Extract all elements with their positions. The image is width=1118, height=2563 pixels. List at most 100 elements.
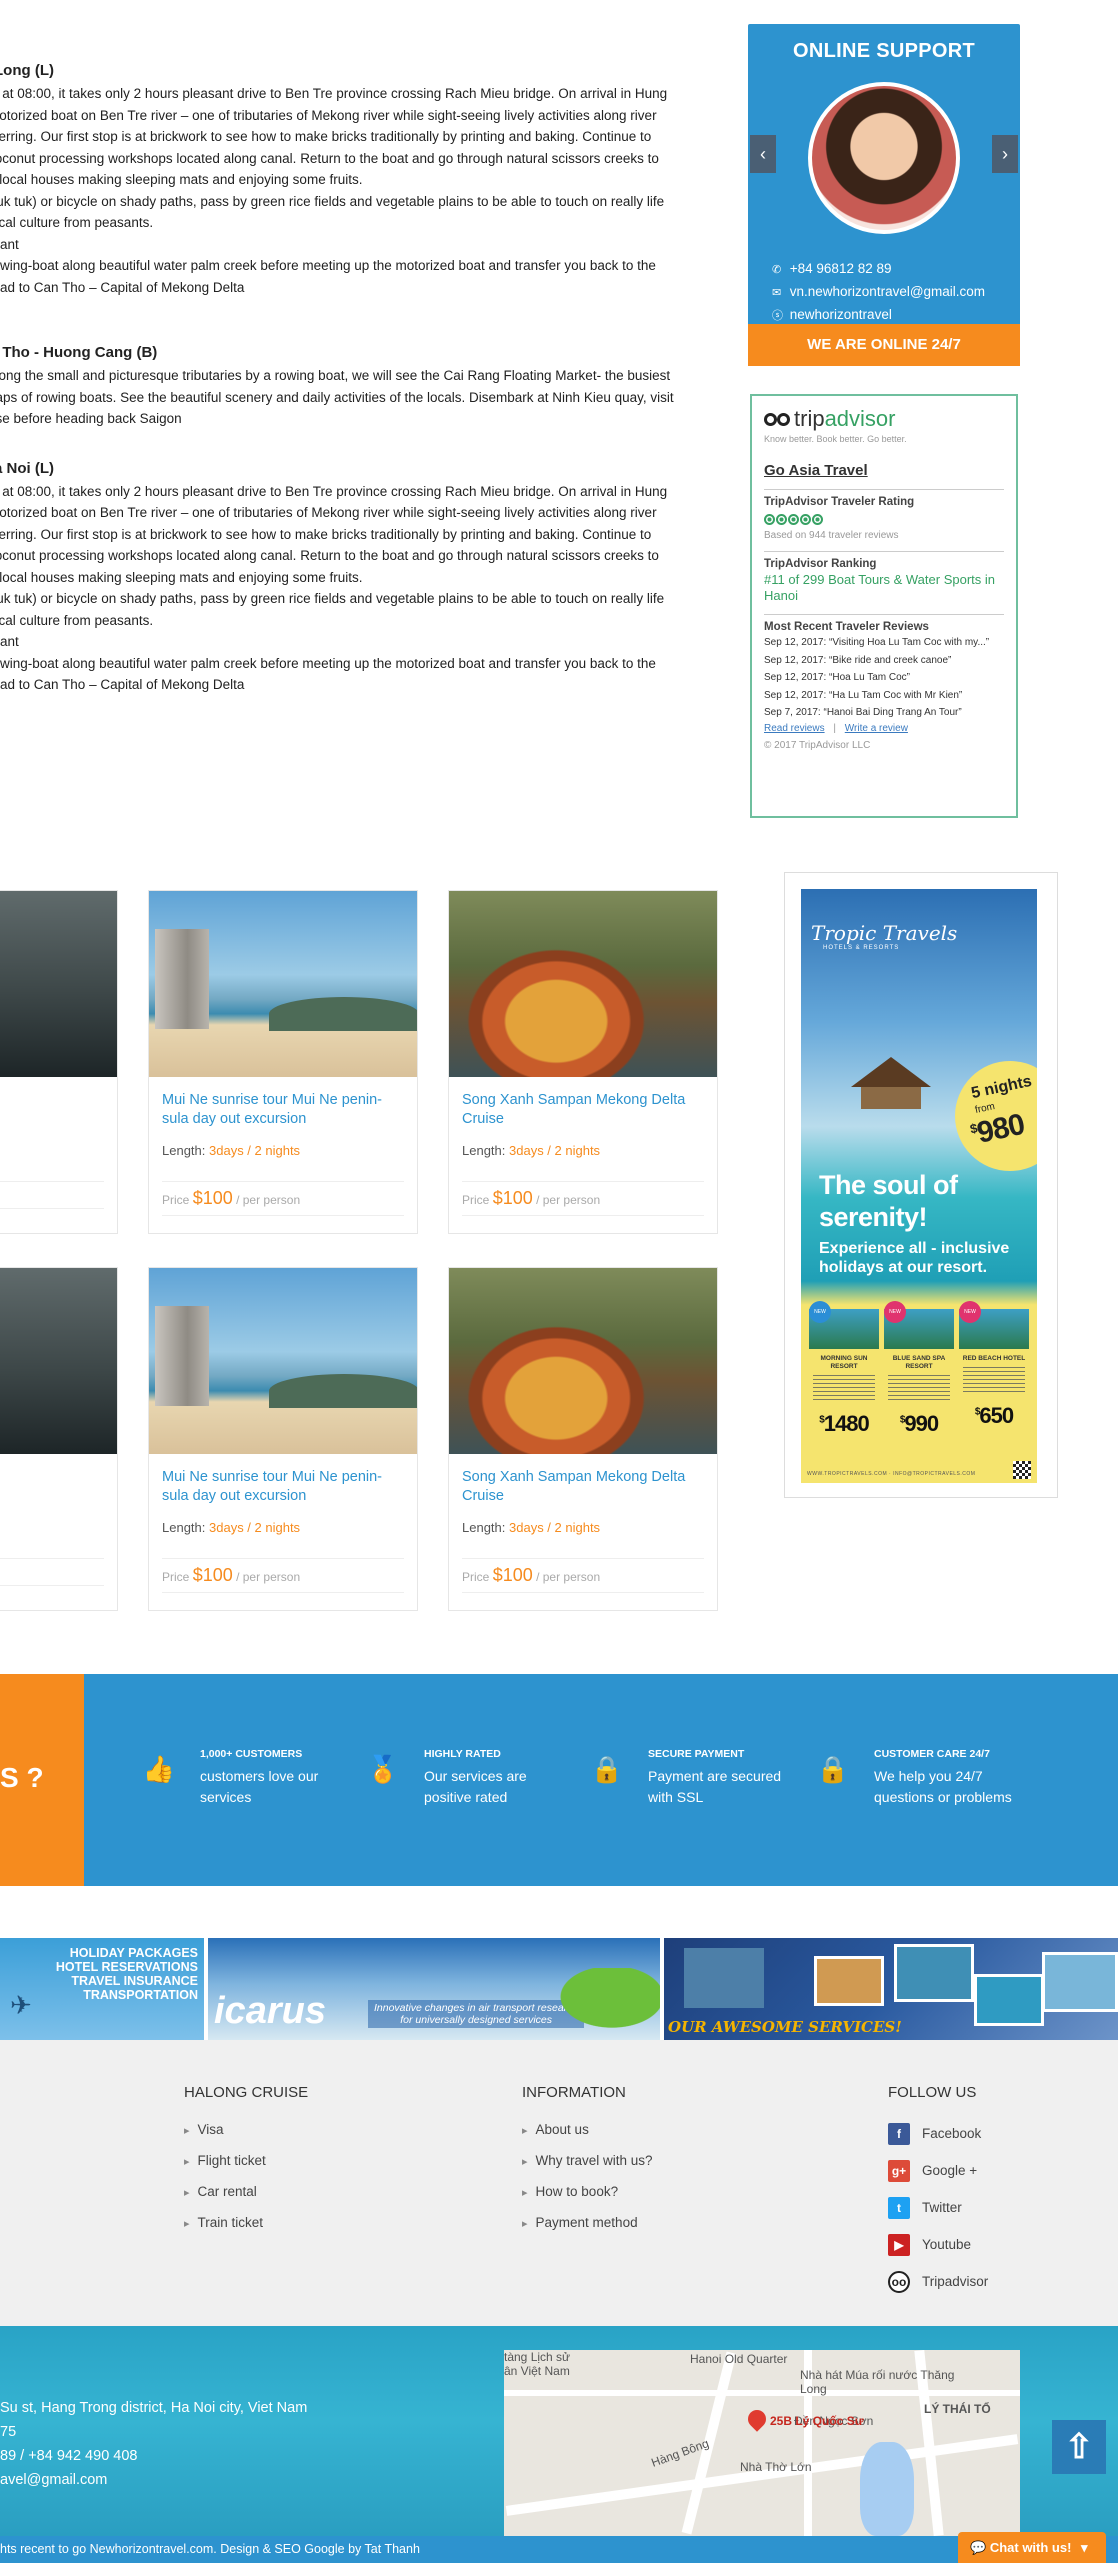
support-title: ONLINE SUPPORT — [793, 40, 975, 62]
feature-item: 🏅 HIGHLY RATED Our services are positive r… — [366, 1748, 566, 1808]
length-label: Length: — [462, 1520, 506, 1535]
twitter-icon: t — [888, 2197, 910, 2220]
tour-title-link[interactable]: Mui Ne sunrise tour Mui Ne penin-sula da… — [149, 1077, 417, 1135]
footer-link[interactable]: Why travel with us? — [522, 2146, 653, 2177]
itinerary-line: motorized boat on Ben Tre river – one of… — [0, 505, 657, 520]
price-value: $100 — [492, 1565, 533, 1585]
tour-title-link[interactable]: Mui Ne sunrise tour Mui Ne penin-sula da… — [149, 1454, 417, 1512]
tour-image[interactable] — [449, 1268, 717, 1454]
next-arrow-button[interactable]: › — [992, 135, 1018, 173]
icarus-banner[interactable]: icarus Innovative changes in air transpo… — [208, 1938, 660, 2040]
reviews-section: Most Recent Traveler Reviews Sep 12, 201… — [764, 614, 1004, 751]
footer-link[interactable]: How to book? — [522, 2177, 653, 2208]
tour-image[interactable] — [0, 891, 117, 1077]
new-badge: NEW — [884, 1301, 906, 1323]
length-value: 3days / 2 nights — [209, 1520, 301, 1535]
social-link-twitter[interactable]: t Twitter — [888, 2189, 988, 2226]
qr-code-icon — [1013, 1461, 1031, 1479]
footer-link[interactable]: Visa — [184, 2115, 308, 2146]
partner-banners: HOLIDAY PACKAGES HOTEL RESERVATIONS TRAVEL… — [0, 1938, 1118, 2040]
social-link-google[interactable]: g+ Google + — [888, 2152, 988, 2189]
social-link-youtube[interactable]: ▶ Youtube — [888, 2226, 988, 2263]
price-value: $100 — [492, 1188, 533, 1208]
tour-card[interactable]: Song Xanh Sampan Mekong Delta Cruise Leng… — [448, 890, 718, 1234]
tripadvisor-logo[interactable]: tripadvisor — [764, 406, 1004, 432]
map-address: 25B Lý Quốc Sư — [770, 2414, 864, 2428]
facebook-icon: f — [888, 2123, 910, 2146]
back-to-top-button[interactable]: ⇧ — [1052, 2420, 1106, 2474]
per-person-label: / per person — [236, 1193, 301, 1207]
tour-title-link[interactable]: Cruise Halong — [0, 1454, 117, 1512]
tripadvisor-icon: oo — [888, 2271, 910, 2294]
awesome-services-banner[interactable]: OUR AWESOME SERVICES! — [664, 1938, 1118, 2040]
resort-description — [888, 1375, 950, 1403]
services-banner[interactable]: HOLIDAY PACKAGES HOTEL RESERVATIONS TRAVEL… — [0, 1938, 204, 2040]
ad-price-badge: 5 nights from $980 — [955, 1061, 1037, 1171]
ranking-section: TripAdvisor Ranking #11 of 299 Boat Tour… — [764, 551, 1004, 604]
review-item[interactable]: Sep 12, 2017: “Visiting Hoa Lu Tam Coc w… — [764, 635, 1004, 651]
page: Long (L) el at 08:00, it takes only 2 ho… — [0, 0, 1118, 2563]
tour-image[interactable] — [149, 891, 417, 1077]
tripadvisor-owl-icon — [764, 412, 792, 428]
footer-link[interactable]: Payment method — [522, 2208, 653, 2239]
review-item[interactable]: Sep 7, 2017: “Hanoi Bai Ding Trang An To… — [764, 705, 1004, 721]
footer-links: HALONG CRUISE VisaFlight ticketCar renta… — [0, 2040, 1118, 2326]
itinerary-day: a Noi (L) el at 08:00, it takes only 2 h… — [0, 460, 700, 696]
contact-info: Su st, Hang Trong district, Ha Noi city,… — [0, 2400, 308, 2488]
feature-item: 🔒 SECURE PAYMENT Payment are secured with … — [590, 1748, 790, 1808]
footer-link[interactable]: Flight ticket — [184, 2146, 308, 2177]
resort-offer: NEW MORNING SUN RESORT $1480 — [809, 1301, 879, 1437]
footer-link[interactable]: About us — [522, 2115, 653, 2146]
rating-bubble-icon — [800, 514, 811, 525]
ranking-link[interactable]: #11 of 299 Boat Tours & Water Sports in … — [764, 572, 1004, 604]
rating-section: TripAdvisor Traveler Rating Based on 944… — [764, 489, 1004, 541]
tour-title-link[interactable]: Song Xanh Sampan Mekong Delta Cruise — [449, 1454, 717, 1512]
tour-card[interactable]: Song Xanh Sampan Mekong Delta Cruise Leng… — [448, 1267, 718, 1611]
review-item[interactable]: Sep 12, 2017: “Ha Lu Tam Coc with Mr Kie… — [764, 688, 1004, 704]
review-item[interactable]: Sep 12, 2017: “Bike ride and creek canoe… — [764, 653, 1004, 669]
itinerary-line: road to Can Tho – Capital of Mekong Delt… — [0, 279, 245, 295]
tropic-travels-ad[interactable]: Tropic Travels HOTELS & RESORTS 5 nights … — [801, 889, 1037, 1483]
resort-name: MORNING SUN RESORT — [820, 1355, 868, 1370]
business-name-link[interactable]: Go Asia Travel — [764, 462, 1004, 479]
tour-length: Length: 3days / 2 nights — [449, 1135, 717, 1158]
tour-card[interactable]: Cruise Halongts son — [0, 890, 118, 1234]
review-item[interactable]: Sep 12, 2017: “Hoa Lu Tam Coc” — [764, 670, 1004, 686]
support-phone[interactable]: ✆ +84 96812 82 89 — [772, 258, 985, 281]
length-label: Length: — [162, 1520, 206, 1535]
resort-offer: NEW RED BEACH HOTEL $650 — [959, 1301, 1029, 1429]
tour-image[interactable] — [449, 891, 717, 1077]
footer-link[interactable]: Train ticket — [184, 2208, 308, 2239]
tour-price: son — [0, 1558, 104, 1586]
tour-image[interactable] — [149, 1268, 417, 1454]
tour-card[interactable]: Mui Ne sunrise tour Mui Ne penin-sula da… — [148, 1267, 418, 1611]
tour-price: Price $100 / per person — [462, 1558, 704, 1593]
mail-icon: ✉ — [772, 287, 782, 299]
read-reviews-link[interactable]: Read reviews — [764, 723, 825, 734]
tour-title-link[interactable]: Cruise Halong — [0, 1077, 117, 1135]
itinerary-line: coconut processing workshops located alo… — [0, 548, 659, 563]
support-email[interactable]: ✉ vn.newhorizontravel@gmail.com — [772, 281, 985, 304]
footer-link[interactable]: Car rental — [184, 2177, 308, 2208]
location-map[interactable]: tàng Lịch sử ân Việt Nam Hanoi Old Quart… — [504, 2350, 1020, 2536]
chevron-down-icon: ▾ — [1081, 2540, 1088, 2555]
tour-length: Length: 3days / 2 nights — [449, 1512, 717, 1535]
price-amount: 650 — [979, 1403, 1014, 1428]
social-link-tripadvisor[interactable]: oo Tripadvisor — [888, 2263, 988, 2300]
chat-with-us-button[interactable]: 💬 Chat with us! ▾ — [958, 2532, 1106, 2563]
tour-card[interactable]: Cruise Halongts son — [0, 1267, 118, 1611]
rating-bubble-icon — [812, 514, 823, 525]
itinerary-line: road to Can Tho – Capital of Mekong Delt… — [0, 677, 245, 692]
itinerary-line: pical culture from peasants. — [0, 612, 154, 628]
prev-arrow-button[interactable]: ‹ — [750, 135, 776, 173]
tour-length: ts — [0, 1512, 117, 1535]
write-review-link[interactable]: Write a review — [845, 723, 908, 734]
itinerary-day: i Tho - Huong Cang (B) along the small a… — [0, 344, 700, 430]
tour-image[interactable] — [0, 1268, 117, 1454]
tour-title-link[interactable]: Song Xanh Sampan Mekong Delta Cruise — [449, 1077, 717, 1135]
tour-card[interactable]: Mui Ne sunrise tour Mui Ne penin-sula da… — [148, 890, 418, 1234]
feature-item: 🔒 CUSTOMER CARE 24/7 We help you 24/7 ques… — [816, 1748, 1016, 1808]
social-link-facebook[interactable]: f Facebook — [888, 2115, 988, 2152]
resort-name: RED BEACH HOTEL — [962, 1355, 1026, 1362]
resort-name: BLUE SAND SPA RESORT — [892, 1355, 946, 1370]
